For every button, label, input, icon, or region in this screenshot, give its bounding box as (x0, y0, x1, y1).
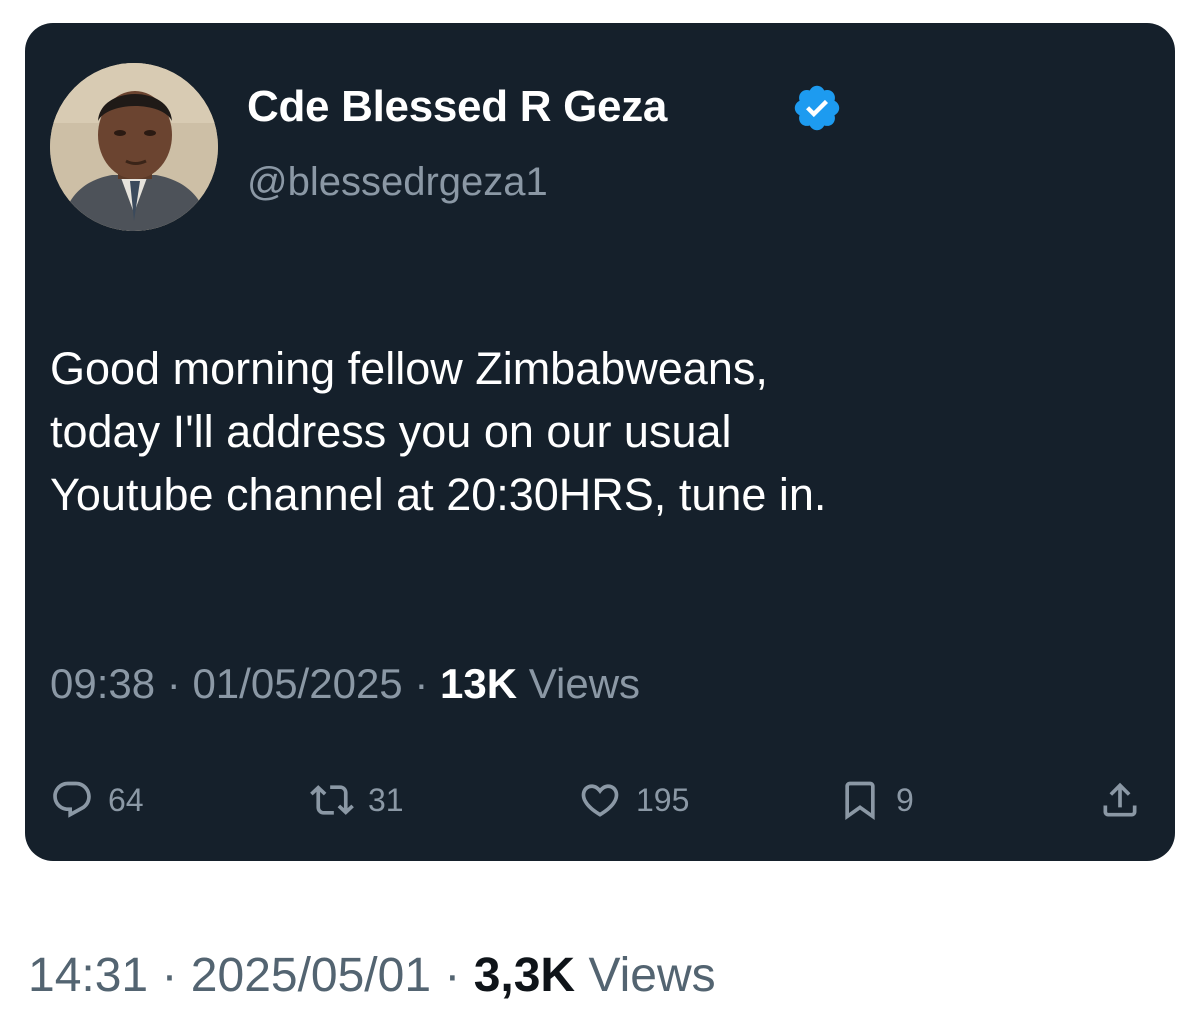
views-label: Views (528, 660, 641, 707)
meta-separator: · (444, 949, 461, 1002)
retweet-button[interactable]: 31 (310, 775, 404, 825)
like-button[interactable]: 195 (578, 775, 689, 825)
tweet-date[interactable]: 01/05/2025 (192, 660, 402, 707)
post-views-label: Views (588, 949, 716, 1002)
post-meta: 14:31 · 2025/05/01 · 3,3K Views (28, 948, 716, 1003)
retweet-count: 31 (368, 781, 404, 818)
tweet-text-line: today I'll address you on our usual (50, 406, 732, 457)
post-date[interactable]: 2025/05/01 (191, 949, 431, 1002)
views-count: 13K (440, 660, 518, 707)
post-time[interactable]: 14:31 (28, 949, 148, 1002)
bookmark-icon (845, 781, 875, 821)
meta-separator: · (166, 660, 181, 707)
share-button[interactable] (1098, 775, 1142, 825)
meta-separator: · (414, 660, 429, 707)
bookmark-count: 9 (896, 781, 914, 818)
screenshot-page: Cde Blessed R Geza @blessedrgeza1 Good m… (0, 0, 1200, 1019)
reply-icon (53, 781, 91, 818)
tweet-text-line: Youtube channel at 20:30HRS, tune in. (50, 469, 827, 520)
tweet-meta: 09:38 · 01/05/2025 · 13K Views (50, 660, 640, 708)
share-icon (1103, 782, 1137, 817)
like-count: 195 (636, 781, 690, 818)
tweet-time[interactable]: 09:38 (50, 660, 155, 707)
reply-count: 64 (108, 781, 144, 818)
tweet-text: Good morning fellow Zimbabweans, today I… (50, 337, 1150, 526)
tweet-text-line: Good morning fellow Zimbabweans, (50, 343, 768, 394)
retweet-icon (310, 785, 354, 815)
avatar[interactable] (50, 63, 218, 231)
bookmark-button[interactable]: 9 (838, 775, 914, 825)
avatar-portrait-image (50, 63, 218, 231)
heart-icon (581, 784, 619, 817)
author-handle[interactable]: @blessedrgeza1 (247, 160, 548, 205)
verified-badge-icon (794, 85, 840, 131)
author-name[interactable]: Cde Blessed R Geza (247, 82, 667, 132)
meta-separator: · (161, 949, 178, 1002)
post-views-count: 3,3K (473, 949, 576, 1002)
reply-button[interactable]: 64 (50, 775, 144, 825)
